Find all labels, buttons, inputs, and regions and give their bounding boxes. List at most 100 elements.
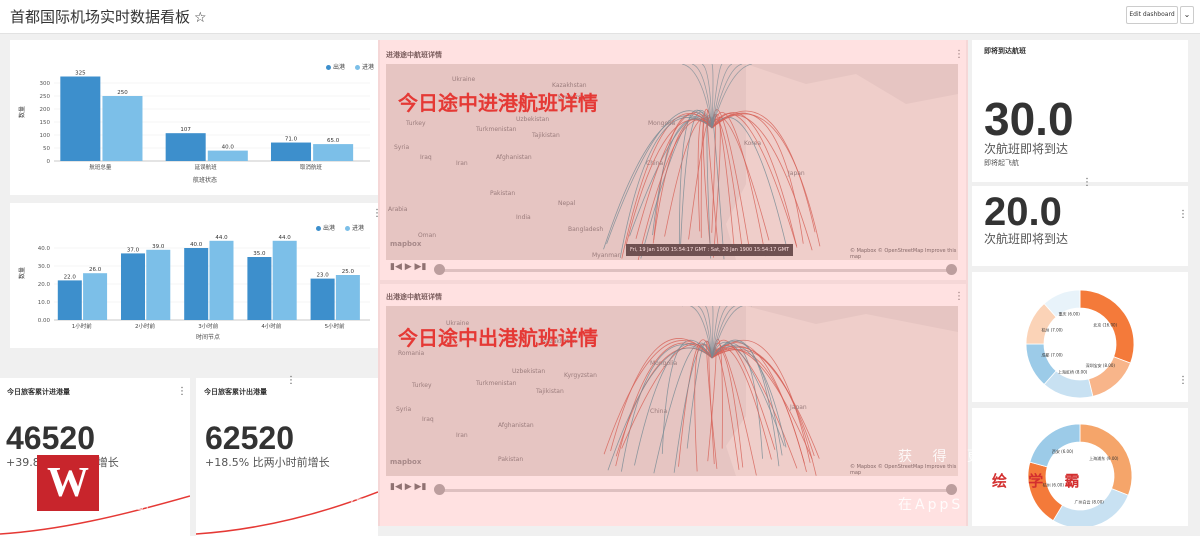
bar-inbound[interactable] bbox=[102, 96, 143, 161]
departing-flights-panel: 即将起飞航 ⋮ 20.0 次航班即将到达 bbox=[972, 159, 1188, 266]
departing-value: 20.0 bbox=[984, 190, 1062, 234]
donut-slice-label: 广州白云 (8.00) bbox=[1075, 498, 1105, 504]
bar-data-label: 44.0 bbox=[279, 235, 292, 241]
outbound-overlay-title: 今日途中出港航班详情 bbox=[398, 326, 598, 350]
donut-slice-label: 上海虹桥 (8.00) bbox=[1058, 369, 1088, 375]
panel-menu-icon[interactable]: ⋮ bbox=[286, 376, 296, 386]
inbound-overlay-title: 今日途中进港航班详情 bbox=[398, 91, 598, 115]
bar-data-label: 35.0 bbox=[253, 251, 266, 257]
bar-inbound[interactable] bbox=[146, 249, 171, 320]
bar-inbound[interactable] bbox=[335, 275, 360, 320]
edit-dashboard-button[interactable]: Edit dashboard bbox=[1126, 6, 1178, 24]
bar-inbound[interactable] bbox=[83, 273, 108, 320]
bar-data-label: 250 bbox=[117, 90, 128, 96]
donut-slice-label: 深圳宝安 (8.00) bbox=[1086, 362, 1116, 368]
hourly-flights-bar-chart: 数量 时间节点 0.00 10.0 20.0 30.0 40.0 22.0 26.0 1小时前… bbox=[18, 235, 370, 341]
arrival-city-donut-panel: ⋮ 北京 (16.00) 深圳宝安 (8.00) 上海虹桥 (8.00) 成都 (7.… bbox=[972, 272, 1188, 402]
panel-title: 即将到达航班 bbox=[984, 47, 1026, 55]
x-tick-label: 5小时前 bbox=[325, 322, 345, 330]
y-tick-label: 50 bbox=[43, 146, 50, 152]
dashboard-menu-chevron-down-icon[interactable]: ⌄ bbox=[1180, 6, 1194, 24]
bar-data-label: 44.0 bbox=[215, 235, 228, 241]
watermark-text-mid: 年 bbox=[350, 497, 372, 513]
donut-slice-label: 成都 (7.00) bbox=[1041, 352, 1063, 358]
y-tick-label: 20.0 bbox=[38, 282, 51, 288]
bar-data-label: 37.0 bbox=[127, 247, 140, 253]
passengers-out-value: 62520 bbox=[205, 420, 294, 456]
passengers-out-growth: +18.5% 比两小时前增长 bbox=[205, 456, 330, 469]
x-tick-label: 2小时前 bbox=[135, 322, 155, 330]
donut-slice-label: 北京 (16.00) bbox=[1093, 322, 1117, 328]
favorite-star-icon[interactable]: ☆ bbox=[194, 10, 207, 26]
bar-data-label: 71.0 bbox=[285, 137, 298, 143]
y-tick-label: 250 bbox=[40, 94, 51, 100]
y-tick-label: 150 bbox=[40, 120, 51, 126]
dashboard-title-text: 首都国际机场实时数据看板 bbox=[10, 8, 191, 26]
donut-slice-label: 上海浦东 (9.00) bbox=[1089, 455, 1119, 461]
y-tick-label: 30.0 bbox=[38, 264, 51, 270]
departing-caption: 次航班即将到达 bbox=[984, 232, 1069, 246]
y-axis-label: 数量 bbox=[18, 106, 26, 118]
bar-data-label: 65.0 bbox=[327, 138, 340, 144]
watermark-text-left: 创 bbox=[135, 497, 157, 513]
y-tick-label: 300 bbox=[40, 81, 51, 87]
x-tick-label: 4小时前 bbox=[261, 322, 281, 330]
y-tick-label: 200 bbox=[40, 107, 51, 113]
bar-outbound[interactable] bbox=[270, 142, 312, 161]
watermark-text-bottom: 在AppS bbox=[898, 497, 964, 513]
panel-title: 即将起飞航 bbox=[984, 159, 1019, 167]
x-tick-label: 1小时前 bbox=[72, 322, 92, 330]
bar-inbound[interactable] bbox=[313, 144, 354, 161]
arriving-value: 30.0 bbox=[984, 93, 1074, 145]
bar-outbound[interactable] bbox=[247, 257, 272, 320]
dashboard-header: 首都国际机场实时数据看板 ☆ Edit dashboard ⌄ bbox=[0, 0, 1200, 34]
departure-city-donut-chart: 上海浦东 (9.00)广州白云 (8.00)杭州 (6.00)西安 (6.00) bbox=[1027, 423, 1133, 526]
bar-inbound[interactable] bbox=[207, 150, 248, 161]
flight-status-bar-chart: 数量 航班状态 0 50 100 150 200 250 300 325 250 航班总量 107 4… bbox=[18, 71, 370, 184]
x-tick-label: 取消航班 bbox=[300, 163, 323, 171]
watermark-logo: W bbox=[37, 455, 99, 511]
x-tick-label: 3小时前 bbox=[198, 322, 218, 330]
flight-status-chart-panel: 出港 进港 数量 航班状态 0 50 100 150 200 250 300 325 250 航班… bbox=[10, 40, 378, 195]
departure-city-donut-panel: 上海浦东 (9.00) 广州白云 (8.00) 杭州 (6.00) 西安 (6.00) bbox=[972, 408, 1188, 526]
donut-slice[interactable] bbox=[1052, 488, 1129, 526]
bar-outbound[interactable] bbox=[57, 280, 82, 320]
y-tick-label: 10.0 bbox=[38, 300, 51, 306]
bar-data-label: 107 bbox=[180, 127, 191, 133]
x-tick-label: 延误航班 bbox=[195, 163, 218, 171]
bar-data-label: 26.0 bbox=[89, 267, 102, 273]
x-tick-label: 航班总量 bbox=[89, 163, 112, 171]
y-tick-label: 0 bbox=[47, 159, 51, 165]
panel-title: 今日旅客累计出港量 bbox=[204, 388, 267, 396]
donut-slice-label: 重庆 (6.00) bbox=[1058, 310, 1080, 316]
bar-data-label: 22.0 bbox=[64, 274, 77, 280]
arriving-caption: 次航班即将到达 bbox=[984, 142, 1069, 156]
bar-data-label: 25.0 bbox=[342, 269, 355, 275]
bar-data-label: 23.0 bbox=[316, 273, 329, 279]
watermark-red-text: 绘 学 霸 bbox=[992, 472, 1088, 490]
hourly-flights-chart-panel: ⋮ 出港 进港 数量 时间节点 0.00 10.0 20.0 30.0 40.0 22.0… bbox=[10, 203, 382, 348]
x-axis-label: 时间节点 bbox=[196, 333, 220, 341]
bar-outbound[interactable] bbox=[165, 133, 206, 161]
donut-slice[interactable] bbox=[1029, 423, 1081, 468]
bar-inbound[interactable] bbox=[272, 240, 297, 320]
y-tick-label: 40.0 bbox=[38, 246, 51, 252]
panel-menu-icon[interactable]: ⋮ bbox=[1178, 210, 1188, 220]
dashboard-title: 首都国际机场实时数据看板 ☆ bbox=[10, 6, 207, 27]
bar-outbound[interactable] bbox=[60, 76, 101, 162]
panel-title: 今日旅客累计进港量 bbox=[7, 388, 70, 396]
bar-data-label: 39.0 bbox=[152, 244, 165, 250]
bar-data-label: 40.0 bbox=[222, 145, 235, 151]
panel-menu-icon[interactable]: ⋮ bbox=[177, 387, 187, 397]
bar-outbound[interactable] bbox=[120, 253, 146, 320]
bar-outbound[interactable] bbox=[310, 278, 335, 320]
bar-outbound[interactable] bbox=[184, 248, 209, 320]
donut-slice-label: 西安 (6.00) bbox=[1052, 448, 1074, 454]
x-axis-label: 航班状态 bbox=[193, 176, 217, 184]
watermark-text-top: 获 得 更 bbox=[898, 449, 989, 465]
passengers-in-value: 46520 bbox=[6, 420, 95, 456]
bar-inbound[interactable] bbox=[209, 240, 234, 320]
bar-data-label: 325 bbox=[75, 71, 86, 77]
y-axis-label: 数量 bbox=[18, 267, 26, 279]
donut-slice-label: 杭州 (7.00) bbox=[1041, 326, 1063, 332]
